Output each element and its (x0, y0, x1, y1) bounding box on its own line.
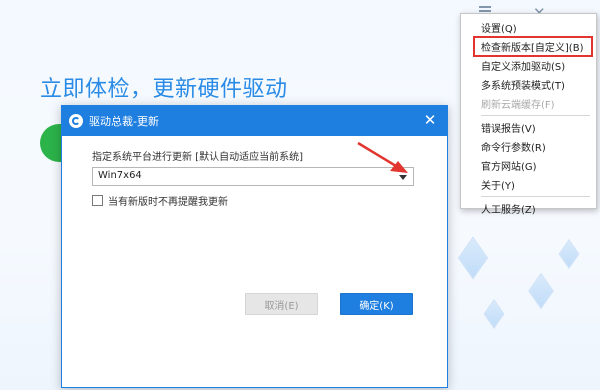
ok-button[interactable]: 确定(K) (340, 293, 413, 315)
annotation-arrow (357, 141, 408, 173)
context-menu: 设置(Q) 检查新版本[自定义](B) 自定义添加驱动(S) 多系统预装模式(T… (460, 13, 597, 216)
menu-item-refresh-cache: 刷新云端缓存(F) (481, 100, 555, 111)
decorative-cubes (430, 225, 600, 345)
dont-remind-row[interactable]: 当有新版时不再提醒我更新 (92, 193, 228, 208)
dialog-title: 驱动总裁-更新 (89, 115, 159, 128)
dialog-close-icon[interactable]: ✕ (421, 111, 439, 129)
menu-separator (481, 115, 590, 116)
menu-separator (481, 196, 590, 197)
menu-item-command-line[interactable]: 命令行参数(R) (461, 137, 596, 156)
menu-item-check-update[interactable]: 检查新版本[自定义](B) (473, 36, 593, 57)
app-logo-icon (69, 114, 83, 128)
dont-remind-label[interactable]: 当有新版时不再提醒我更新 (108, 193, 228, 208)
cancel-button[interactable]: 取消(E) (245, 293, 318, 315)
platform-label: 指定系统平台进行更新 [默认自动适应当前系统] (92, 152, 303, 163)
dialog-titlebar[interactable]: 驱动总裁-更新 ✕ (62, 106, 447, 136)
dont-remind-checkbox[interactable] (92, 195, 103, 206)
menu-item-settings[interactable]: 设置(Q) (461, 18, 596, 37)
platform-select-value: Win7x64 (98, 170, 142, 181)
menu-item-multi-system[interactable]: 多系统预装模式(T) (461, 75, 596, 94)
menu-item-add-driver[interactable]: 自定义添加驱动(S) (461, 56, 596, 75)
page-heading: 立即体检，更新硬件驱动 (40, 77, 288, 102)
menu-item-about[interactable]: 关于(Y) (461, 175, 596, 194)
menu-item-error-report[interactable]: 错误报告(V) (461, 118, 596, 137)
menu-item-support[interactable]: 人工服务(Z) (461, 199, 596, 218)
menu-item-website[interactable]: 官方网站(G) (461, 156, 596, 175)
